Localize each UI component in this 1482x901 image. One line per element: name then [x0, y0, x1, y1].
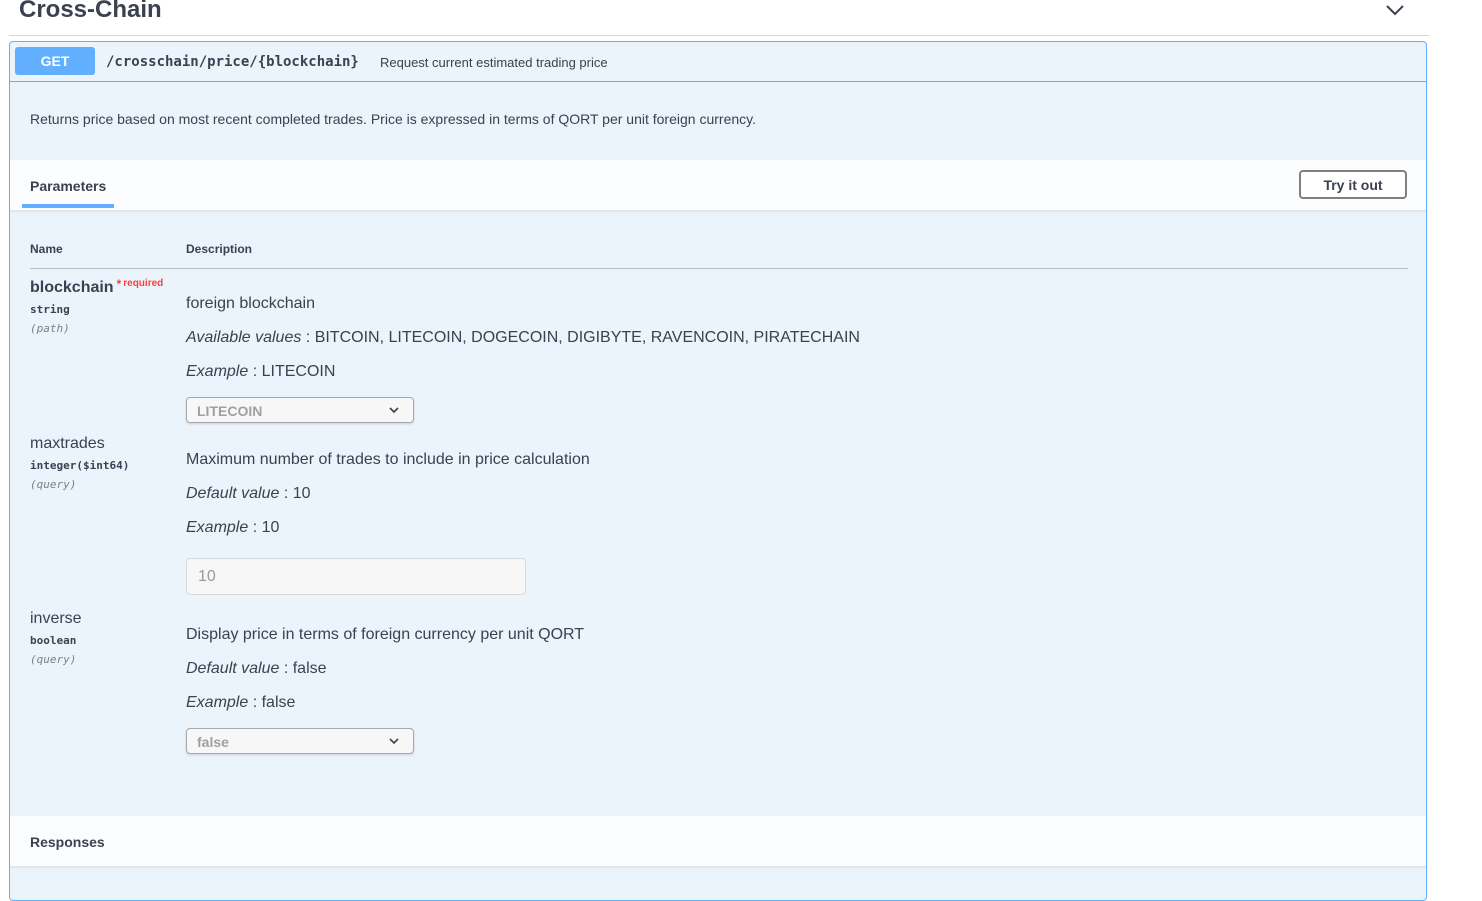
param-default: Default value : false	[186, 660, 327, 678]
operation-summary[interactable]: GET /crosschain/price/{blockchain} Reque…	[10, 42, 1426, 82]
default-label: Default value	[186, 485, 280, 502]
try-it-out-button[interactable]: Try it out	[1299, 170, 1407, 199]
tab-parameters[interactable]: Parameters	[30, 178, 106, 194]
param-name-blockchain: blockchain * required	[30, 277, 164, 297]
param-description: Display price in terms of foreign curren…	[186, 626, 585, 643]
param-type: boolean	[30, 634, 77, 647]
method-badge: GET	[15, 47, 95, 75]
operation-block: GET /crosschain/price/{blockchain} Reque…	[9, 41, 1427, 901]
required-star: *	[116, 277, 122, 291]
param-type: string	[30, 303, 70, 316]
param-description: foreign blockchain	[186, 295, 315, 312]
param-type: integer($int64)	[30, 459, 130, 472]
maxtrades-input[interactable]: 10	[186, 558, 526, 595]
section-header[interactable]: Cross-Chain	[9, 0, 1429, 36]
default-value: : false	[283, 660, 327, 677]
available-values-text: : BITCOIN, LITECOIN, DOGECOIN, DIGIBYTE,…	[305, 329, 860, 346]
param-description: Maximum number of trades to include in p…	[186, 451, 590, 468]
input-value: 10	[198, 568, 216, 585]
endpoint-path: /crosschain/price/{blockchain}	[106, 54, 359, 70]
column-header-name: Name	[30, 242, 63, 256]
select-value: LITECOIN	[197, 403, 263, 419]
param-location: (path)	[30, 322, 70, 335]
operation-summary-text: Request current estimated trading price	[380, 55, 608, 70]
responses-header: Responses	[10, 816, 1426, 867]
section-title: Cross-Chain	[19, 0, 162, 23]
parameters-header: Parameters Try it out	[10, 160, 1426, 211]
example-label: Example	[186, 363, 249, 380]
chevron-down-icon	[389, 738, 399, 745]
inverse-select[interactable]: false	[186, 728, 414, 754]
param-example: Example : 10	[186, 519, 279, 537]
default-value: : 10	[283, 485, 311, 502]
param-name-text: blockchain	[30, 279, 114, 296]
default-label: Default value	[186, 660, 280, 677]
example-value: : 10	[252, 519, 280, 536]
param-location: (query)	[30, 478, 77, 491]
responses-title: Responses	[30, 834, 105, 850]
operation-description: Returns price based on most recent compl…	[30, 111, 756, 127]
param-example: Example : false	[186, 694, 295, 712]
chevron-down-icon	[389, 407, 399, 414]
blockchain-select[interactable]: LITECOIN	[186, 397, 414, 423]
required-label: required	[123, 278, 164, 289]
available-values-label: Available values	[186, 329, 302, 346]
param-location: (query)	[30, 653, 77, 666]
param-default: Default value : 10	[186, 485, 311, 503]
param-example: Example : LITECOIN	[186, 363, 335, 381]
column-header-description: Description	[186, 242, 253, 256]
tab-active-indicator	[22, 204, 114, 208]
param-name-inverse: inverse	[30, 610, 82, 627]
chevron-down-icon[interactable]	[1385, 3, 1405, 17]
example-value: : false	[252, 694, 296, 711]
example-label: Example	[186, 519, 249, 536]
param-name-maxtrades: maxtrades	[30, 435, 105, 452]
example-label: Example	[186, 694, 249, 711]
param-available-values: Available values : BITCOIN, LITECOIN, DO…	[186, 329, 860, 347]
select-value: false	[197, 734, 229, 750]
header-divider	[30, 268, 1408, 269]
example-value: : LITECOIN	[252, 363, 336, 380]
